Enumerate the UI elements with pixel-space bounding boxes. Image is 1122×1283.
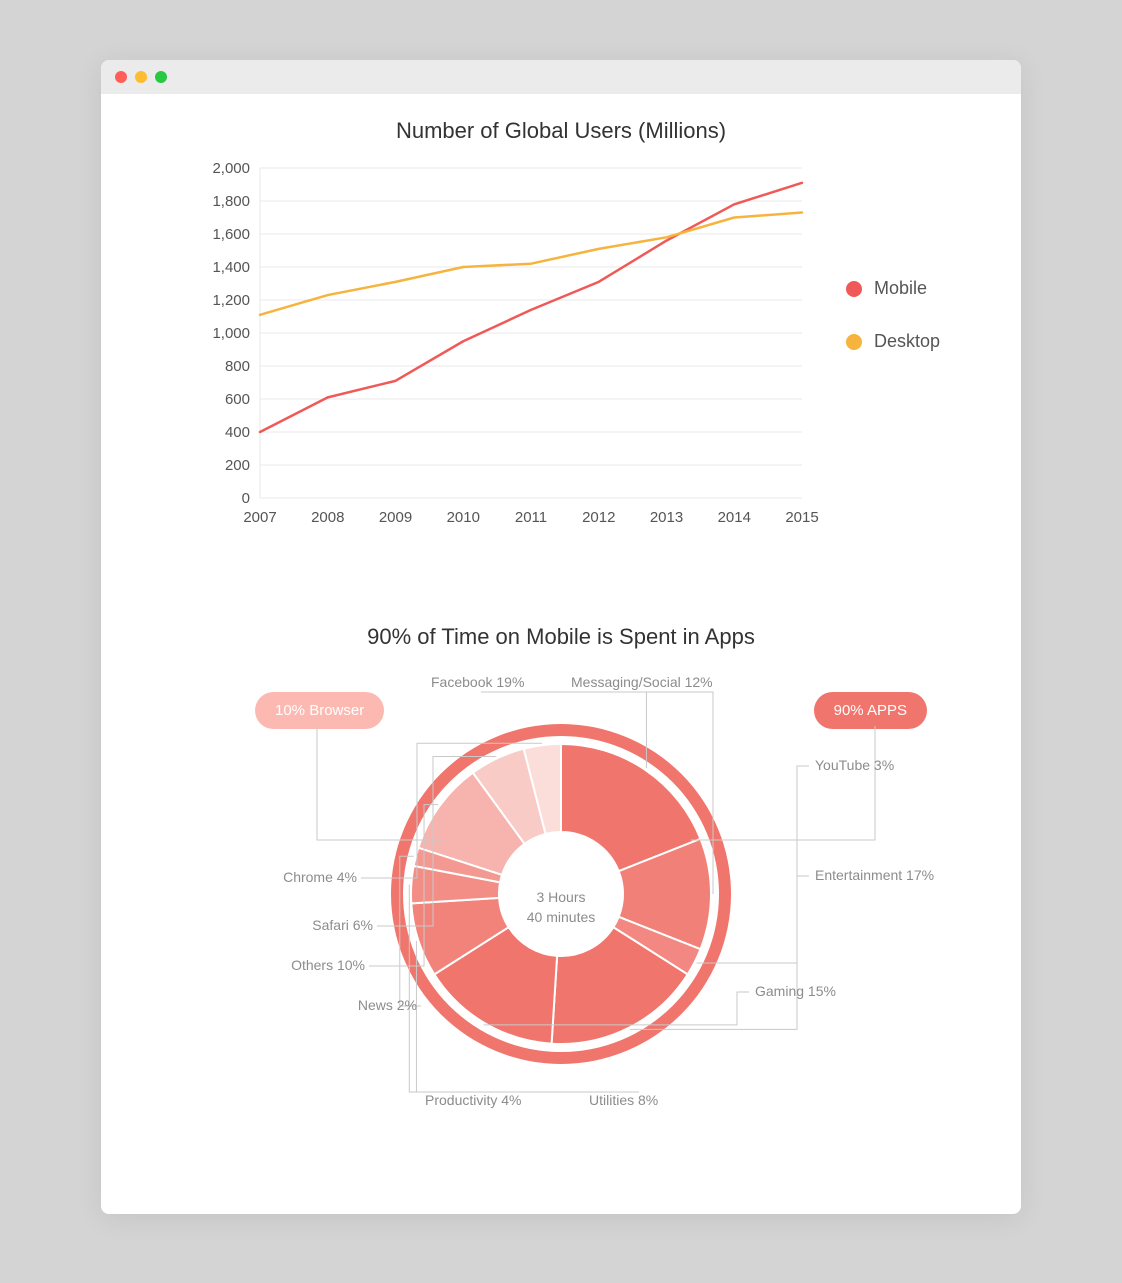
window-zoom-icon[interactable]: [155, 71, 167, 83]
svg-text:1,200: 1,200: [212, 292, 250, 309]
pie-slice-label: Messaging/Social 12%: [571, 674, 713, 690]
legend-label: Desktop: [874, 331, 940, 352]
svg-text:1,400: 1,400: [212, 259, 250, 276]
pie-slice-label: News 2%: [358, 997, 417, 1013]
pie-chart-section: 90% of Time on Mobile is Spent in Apps 1…: [135, 624, 987, 1164]
pie-slice-label: Safari 6%: [312, 917, 373, 933]
pie-center-line1: 3 Hours: [536, 889, 585, 905]
pill-apps: 90% APPS: [814, 692, 927, 729]
legend-item-mobile: Mobile: [846, 278, 940, 299]
content-area: Number of Global Users (Millions) 0 200 40…: [101, 94, 1021, 1214]
svg-text:1,000: 1,000: [212, 325, 250, 342]
legend-dot-icon: [846, 281, 862, 297]
svg-text:800: 800: [225, 358, 250, 375]
pie-center-line2: 40 minutes: [527, 909, 595, 925]
line-chart-section: Number of Global Users (Millions) 0 200 40…: [135, 118, 987, 538]
svg-text:2014: 2014: [718, 509, 751, 526]
pie-center-label: 3 Hours 40 minutes: [527, 888, 595, 927]
legend-label: Mobile: [874, 278, 927, 299]
svg-text:2009: 2009: [379, 509, 412, 526]
window-close-icon[interactable]: [115, 71, 127, 83]
line-chart-legend: Mobile Desktop: [846, 278, 940, 352]
window-titlebar: [101, 60, 1021, 94]
pie-slice-label: Others 10%: [291, 957, 365, 973]
svg-text:1,800: 1,800: [212, 193, 250, 210]
legend-item-desktop: Desktop: [846, 331, 940, 352]
svg-text:2008: 2008: [311, 509, 344, 526]
pie-slice-label: Productivity 4%: [425, 1092, 521, 1108]
pie-slice-label: YouTube 3%: [815, 757, 894, 773]
svg-text:2012: 2012: [582, 509, 615, 526]
svg-text:1,600: 1,600: [212, 226, 250, 243]
svg-text:2013: 2013: [650, 509, 683, 526]
window-minimize-icon[interactable]: [135, 71, 147, 83]
svg-text:200: 200: [225, 457, 250, 474]
svg-text:2007: 2007: [243, 509, 276, 526]
svg-text:2010: 2010: [447, 509, 480, 526]
svg-text:600: 600: [225, 391, 250, 408]
pie-slice-label: Entertainment 17%: [815, 867, 934, 883]
legend-dot-icon: [846, 334, 862, 350]
line-chart-title: Number of Global Users (Millions): [135, 118, 987, 144]
pie-slice-label: Utilities 8%: [589, 1092, 658, 1108]
svg-text:2011: 2011: [515, 509, 547, 526]
pie-chart-area: 10% Browser 90% APPS 3 Hours 40 minutes …: [135, 664, 987, 1164]
app-window: Number of Global Users (Millions) 0 200 40…: [101, 60, 1021, 1214]
pie-chart-title: 90% of Time on Mobile is Spent in Apps: [135, 624, 987, 650]
pie-slice-label: Gaming 15%: [755, 983, 836, 999]
svg-text:0: 0: [242, 490, 250, 507]
pie-slice-label: Chrome 4%: [283, 869, 357, 885]
svg-text:2,000: 2,000: [212, 160, 250, 177]
line-chart: 0 200 400 600 800 1,000 1,200 1,400 1,600 1,800 2,…: [182, 158, 822, 538]
svg-text:400: 400: [225, 424, 250, 441]
pie-slice-label: Facebook 19%: [431, 674, 524, 690]
pill-browser: 10% Browser: [255, 692, 384, 729]
svg-text:2015: 2015: [785, 509, 818, 526]
